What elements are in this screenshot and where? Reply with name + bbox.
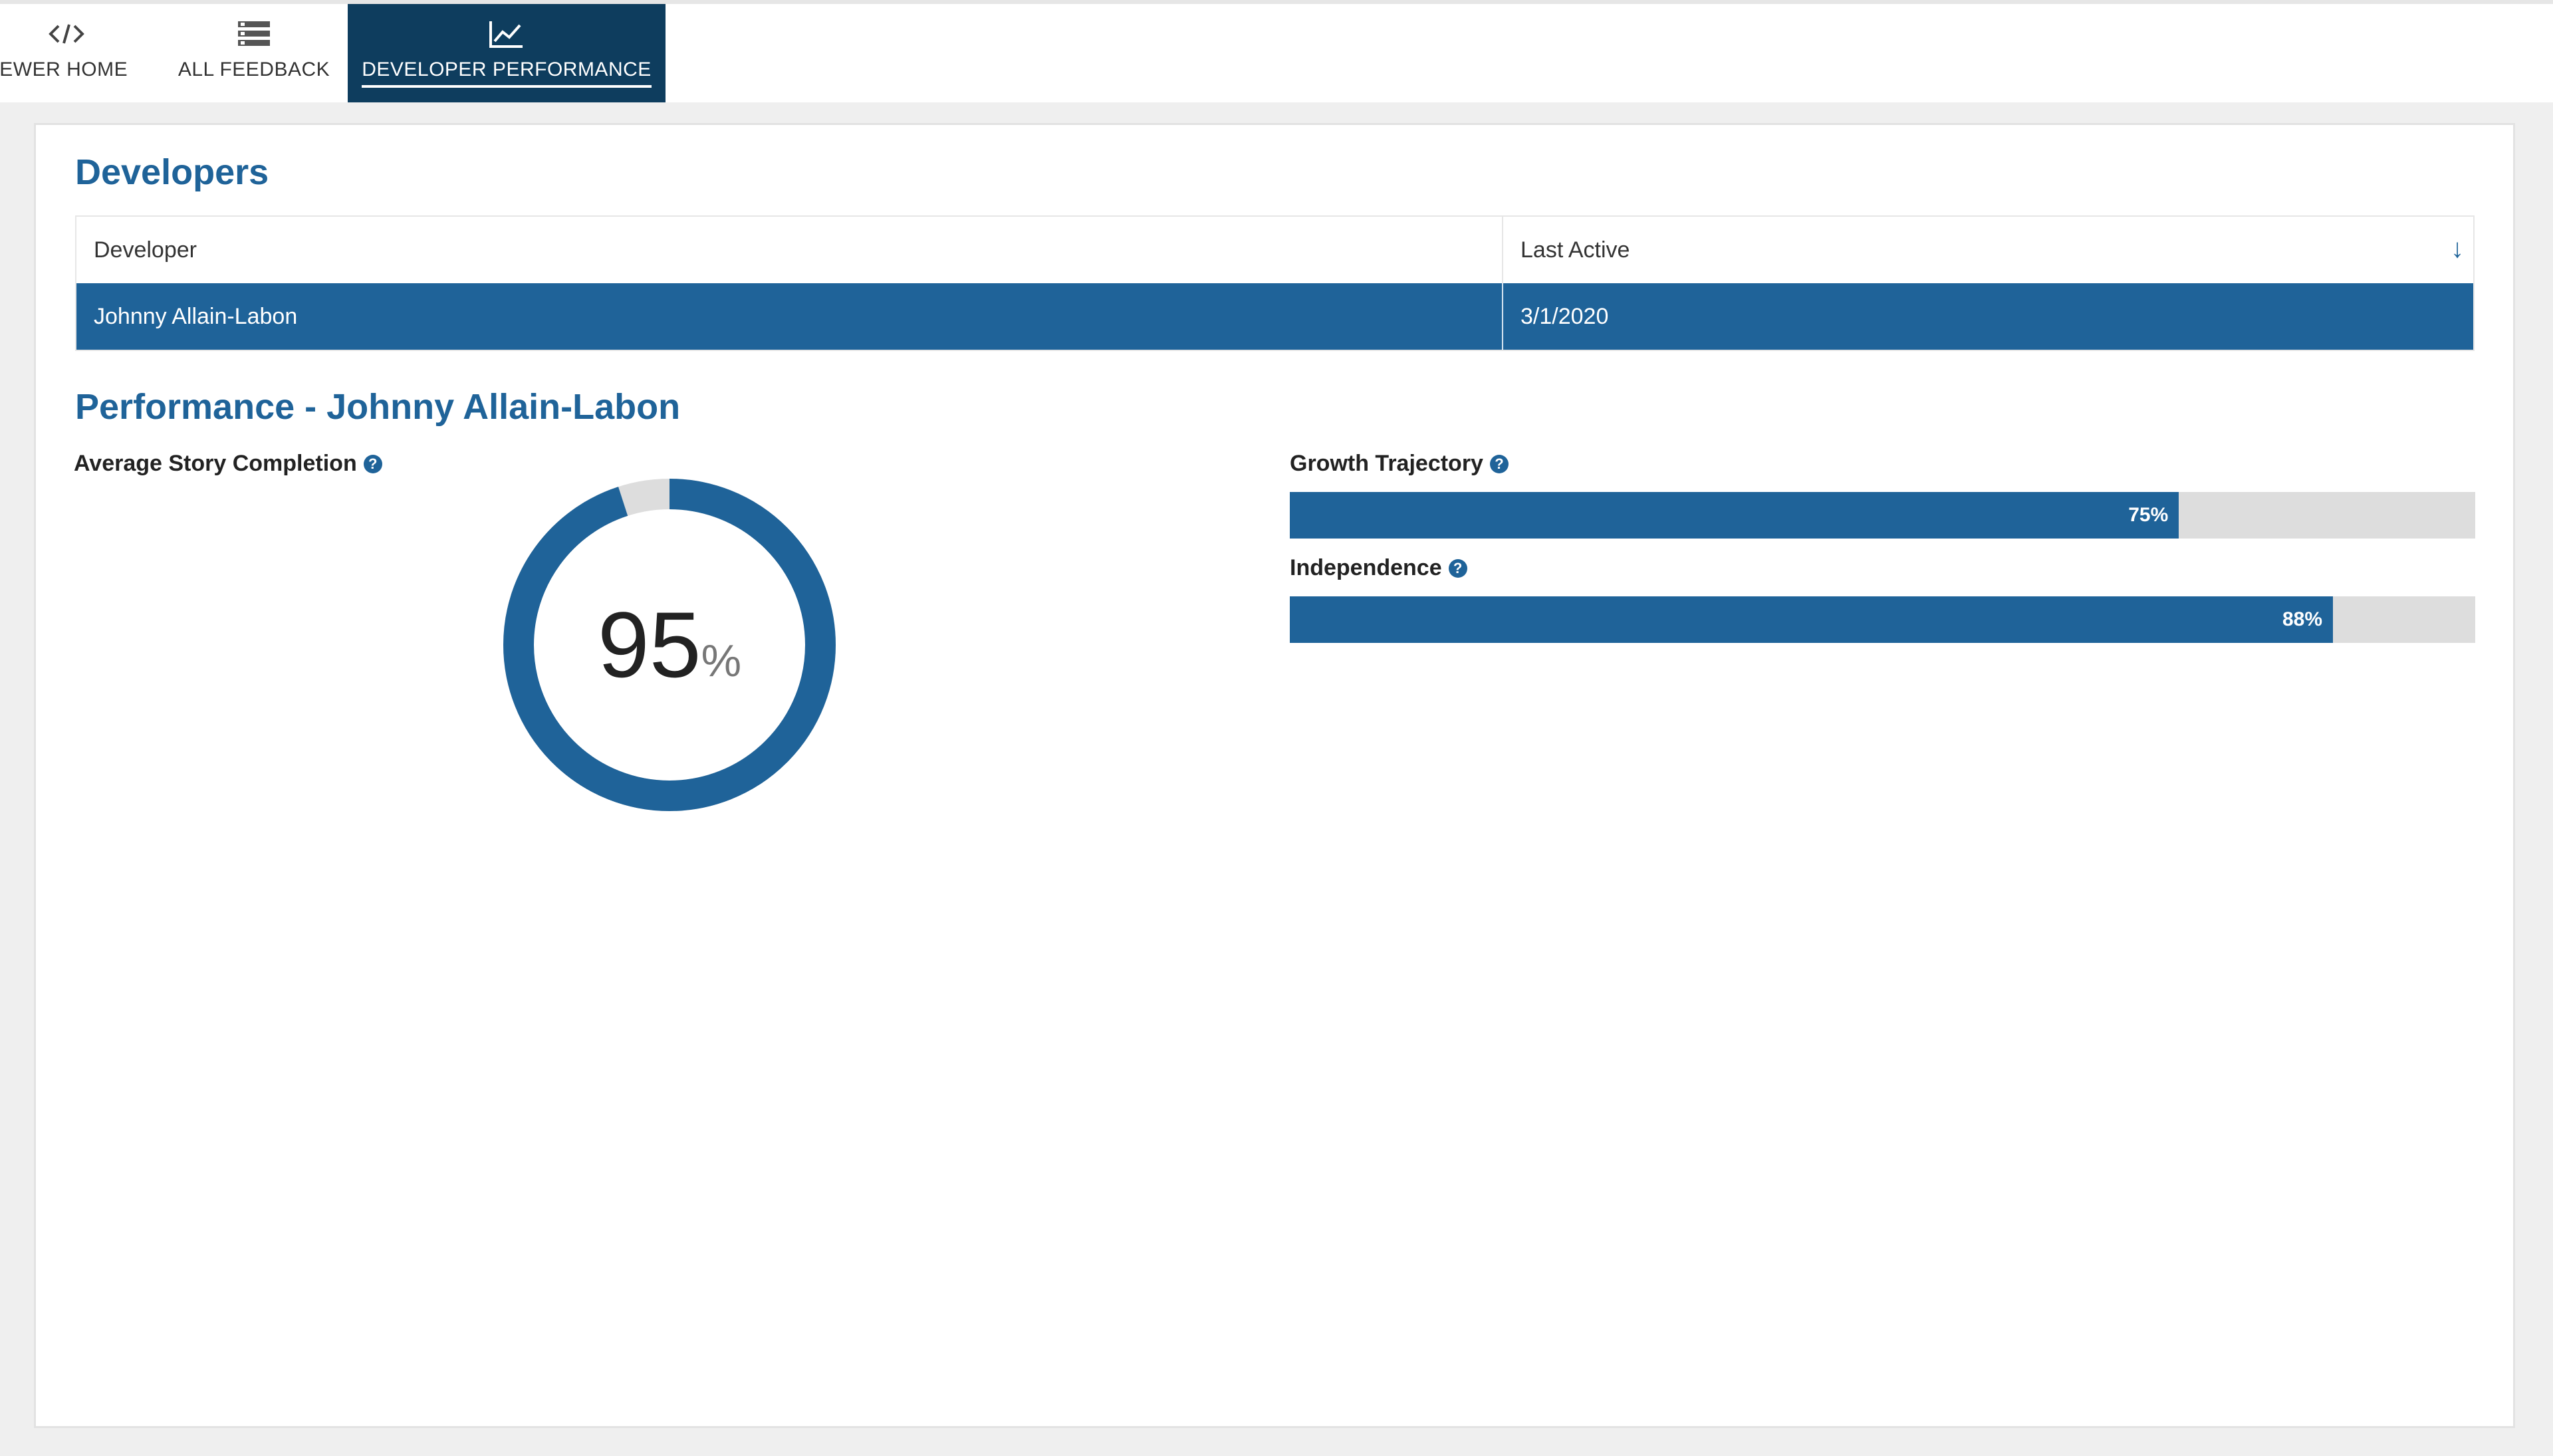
independence-label: Independence ? (1290, 555, 1467, 581)
donut-number: 95 (597, 592, 701, 697)
code-icon (48, 17, 85, 51)
tab-label: DEVELOPER PERFORMANCE (362, 59, 652, 88)
metric-label-text: Average Story Completion (74, 451, 357, 476)
list-icon (237, 17, 271, 51)
donut-unit: % (701, 636, 742, 686)
average-story-completion-label: Average Story Completion ? (74, 451, 382, 477)
column-header-last-active[interactable]: Last Active ↓ (1503, 217, 2473, 283)
table-row[interactable]: Johnny Allain-Labon 3/1/2020 (76, 283, 2473, 350)
tab-label: VIEWER HOME (0, 59, 128, 80)
main-panel: Developers Developer Last Active ↓ Johnn… (34, 123, 2515, 1428)
independence-bar: 88% (1290, 596, 2475, 643)
question-circle-icon[interactable]: ? (1489, 454, 1509, 473)
top-nav: VIEWER HOME ALL FEEDBACK DEVELOPER PERFO… (0, 4, 2553, 102)
tab-all-feedback[interactable]: ALL FEEDBACK (174, 4, 334, 102)
column-header-developer[interactable]: Developer (76, 217, 1503, 283)
independence-fill: 88% (1290, 596, 2334, 643)
cell-last-active: 3/1/2020 (1520, 303, 1609, 329)
metric-label-text: Independence (1290, 555, 1442, 580)
growth-trajectory-label: Growth Trajectory ? (1290, 451, 1509, 477)
growth-trajectory-fill: 75% (1290, 492, 2179, 539)
independence-value: 88% (2282, 608, 2323, 630)
column-header-label: Last Active (1520, 237, 1630, 263)
tab-label: ALL FEEDBACK (178, 59, 330, 80)
chart-line-icon (489, 17, 524, 51)
sort-down-arrow-icon[interactable]: ↓ (2451, 234, 2464, 264)
tab-viewer-home[interactable]: VIEWER HOME (0, 4, 146, 102)
developers-table: Developer Last Active ↓ Johnny Allain-La… (75, 215, 2475, 351)
tab-developer-performance[interactable]: DEVELOPER PERFORMANCE (348, 4, 666, 102)
growth-trajectory-bar: 75% (1290, 492, 2475, 539)
metric-label-text: Growth Trajectory (1290, 451, 1483, 476)
question-circle-icon[interactable]: ? (1448, 558, 1467, 578)
cell-developer: Johnny Allain-Labon (76, 283, 1503, 350)
story-completion-donut: 95% (500, 475, 839, 814)
performance-title: Performance - Johnny Allain-Labon (75, 387, 681, 427)
donut-value: 95% (500, 475, 839, 814)
table-header-row: Developer Last Active ↓ (76, 217, 2473, 283)
growth-trajectory-value: 75% (2128, 504, 2169, 526)
question-circle-icon[interactable]: ? (363, 454, 382, 473)
developers-title: Developers (75, 152, 269, 192)
